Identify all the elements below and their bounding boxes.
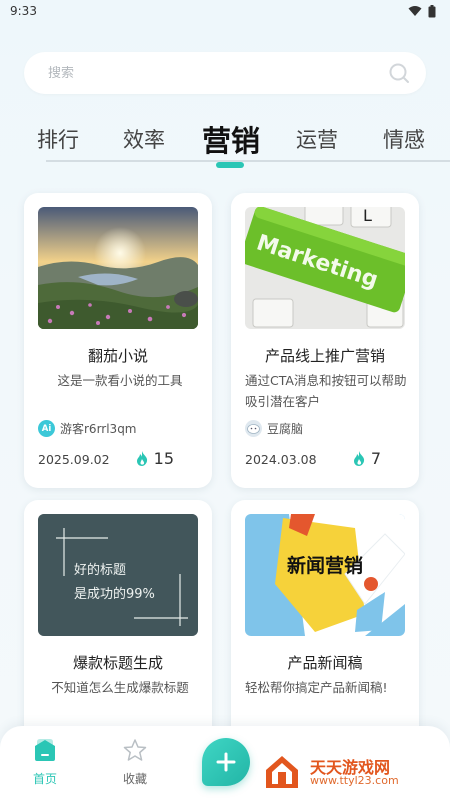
card-title: 翻茄小说 (87, 347, 148, 365)
card-author: Ai 游客r6rrl3qm (38, 420, 137, 437)
tab-marketing[interactable]: 营销 (202, 118, 260, 160)
card-title: 产品线上推广营销 (264, 347, 385, 365)
watermark-logo: 天天游戏网 www.ttyl23.com (262, 752, 442, 792)
svg-text:L: L (363, 207, 372, 225)
nav-item-home[interactable]: 首页 (15, 738, 75, 787)
category-tabs: 排行 效率 营销 运营 情感 (0, 112, 450, 172)
status-time: 9:33 (10, 4, 37, 18)
tab-operations[interactable]: 运营 (296, 124, 338, 154)
nav-label-home: 首页 (32, 772, 57, 786)
watermark-url: www.ttyl23.com (310, 774, 399, 787)
search-icon[interactable] (388, 62, 410, 84)
tab-ranking[interactable]: 排行 (37, 124, 79, 154)
card-image-news-marketing: 新闻营销 (245, 514, 405, 636)
card-image-sunset-landscape (38, 207, 198, 329)
author-name: 游客r6rrl3qm (60, 422, 137, 436)
card-likes: 7 (353, 449, 381, 468)
likes-count: 7 (370, 449, 381, 468)
card-description: 通过CTA消息和按钮可以帮助吸引潜在客户 (245, 373, 407, 409)
nav-item-favorites[interactable]: 收藏 (105, 738, 165, 787)
nav-label-favorites: 收藏 (122, 772, 147, 786)
card-likes: 15 (136, 449, 174, 468)
tab-divider (46, 160, 450, 162)
tool-card[interactable]: 翻茄小说 这是一款看小说的工具 Ai 游客r6rrl3qm 2025.09.02… (24, 193, 212, 488)
card-description: 这是一款看小说的工具 (57, 373, 183, 388)
card-description: 不知道怎么生成爆款标题 (51, 680, 189, 695)
tab-efficiency[interactable]: 效率 (123, 124, 165, 154)
search-bar[interactable] (24, 52, 426, 94)
home-icon (35, 739, 55, 761)
card-author: 豆腐脑 (245, 420, 303, 437)
card-image-chalkboard: 好的标题 是成功的99% (38, 514, 198, 636)
tab-emotion[interactable]: 情感 (383, 124, 425, 154)
tab-active-indicator (216, 162, 244, 168)
flame-icon (136, 451, 147, 466)
flame-icon (353, 451, 364, 466)
plus-icon (216, 752, 236, 772)
card-image-marketing-keyboard: L Marketing (245, 207, 405, 329)
card-title: 爆款标题生成 (72, 654, 163, 672)
chalkboard-text-line2: 是成功的99% (74, 586, 155, 602)
news-marketing-text: 新闻营销 (287, 554, 363, 577)
author-name: 豆腐脑 (267, 422, 304, 436)
star-icon (123, 739, 147, 761)
add-button[interactable] (202, 738, 250, 786)
search-input[interactable] (48, 65, 388, 81)
tool-card[interactable]: L Marketing 产品线上推广营销 通过CTA消息和按钮可以帮助吸引潜在客… (231, 193, 419, 488)
wifi-icon (408, 6, 422, 16)
card-date: 2025.09.02 (38, 452, 110, 467)
card-title: 产品新闻稿 (287, 654, 363, 672)
watermark-house-icon (266, 756, 298, 788)
author-avatar: Ai (38, 420, 55, 437)
card-description: 轻松帮你搞定产品新闻稿! (245, 680, 388, 695)
card-date: 2024.03.08 (245, 452, 317, 467)
status-bar: 9:33 (0, 0, 450, 22)
chalkboard-text-line1: 好的标题 (74, 562, 126, 578)
battery-icon (428, 4, 436, 17)
author-avatar (245, 420, 262, 437)
likes-count: 15 (153, 449, 174, 468)
